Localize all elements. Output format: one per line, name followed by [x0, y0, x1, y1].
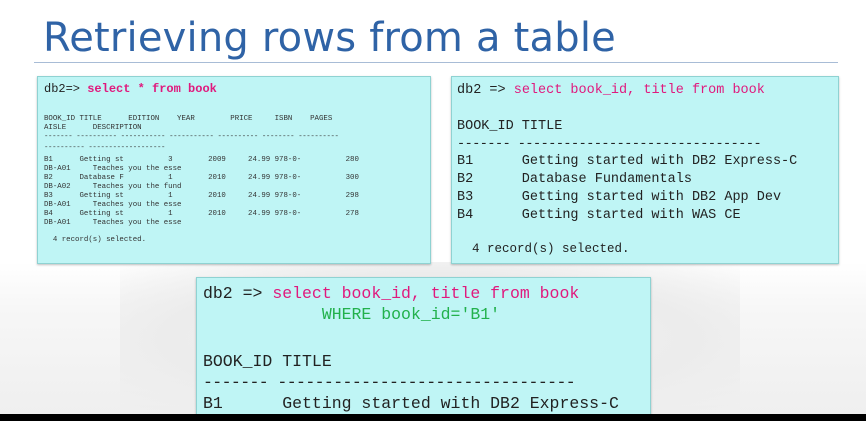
result-row: B4 Getting st 1 2010 24.99 978-0- 278	[44, 210, 359, 218]
record-count-footer: 4 record(s) selected.	[44, 236, 147, 244]
db2-prompt: db2 =>	[457, 83, 514, 98]
sql-command-line: db2=> select * from book	[44, 82, 217, 96]
sql-command-line: db2 => select book_id, title from book	[203, 284, 579, 304]
slide-title: Retrieving rows from a table	[43, 15, 616, 61]
result-header-line: BOOK_ID TITLE	[457, 119, 563, 134]
result-header-line: BOOK_ID TITLE EDITION YEAR PRICE ISBN PA…	[44, 115, 333, 123]
result-row: DB-A01 Teaches you the esse	[44, 165, 182, 173]
slide: Retrieving rows from a table db2=> selec…	[0, 0, 866, 414]
result-separator-line: ------- --------------------------------	[457, 137, 762, 152]
result-row: DB-A02 Teaches you the fund	[44, 183, 182, 191]
result-header-line: BOOK_ID TITLE	[203, 352, 332, 371]
db2-prompt: db2 =>	[203, 284, 273, 303]
result-separator-line: ------- --------------------------------	[203, 373, 576, 392]
query-result-panel-all-columns: db2=> select * from book BOOK_ID TITLE E…	[37, 76, 431, 264]
db2-prompt: db2=>	[44, 82, 88, 96]
result-separator-line: ------- ---------- ----------- ---------…	[44, 133, 339, 141]
title-underline	[34, 62, 838, 63]
sql-command: select book_id, title from book	[513, 83, 765, 98]
sql-where-line: WHERE book_id='B1'	[203, 305, 500, 325]
video-letterbox-bar	[0, 414, 866, 421]
query-result-panel-where-clause: db2 => select book_id, title from book W…	[196, 277, 651, 414]
result-row: B3 Getting st 1 2010 24.99 978-0- 298	[44, 192, 359, 200]
result-row: DB-A01 Teaches you the esse	[44, 219, 182, 227]
sql-where-clause: WHERE book_id='B1'	[321, 305, 501, 324]
result-row: B1 Getting started with DB2 Express-C	[457, 154, 798, 169]
result-row: B4 Getting started with WAS CE	[457, 208, 741, 223]
result-separator-line: ---------- -------------------	[44, 144, 166, 152]
result-row: B1 Getting st 3 2009 24.99 978-0- 280	[44, 156, 359, 164]
result-row: B3 Getting started with DB2 App Dev	[457, 190, 782, 205]
result-row: B2 Database Fundamentals	[457, 172, 692, 187]
result-row: B2 Database F 1 2010 24.99 978-0- 300	[44, 174, 359, 182]
result-row: DB-A01 Teaches you the esse	[44, 201, 182, 209]
query-result-panel-two-columns: db2 => select book_id, title from book B…	[451, 76, 839, 264]
sql-command: select book_id, title from book	[272, 284, 580, 303]
sql-command-line: db2 => select book_id, title from book	[457, 83, 765, 99]
result-row: B1 Getting started with DB2 Express-C	[203, 394, 619, 413]
sql-command: select * from book	[87, 82, 217, 96]
result-header-line: AISLE DESCRIPTION	[44, 124, 142, 132]
record-count-footer: 4 record(s) selected.	[457, 242, 630, 256]
